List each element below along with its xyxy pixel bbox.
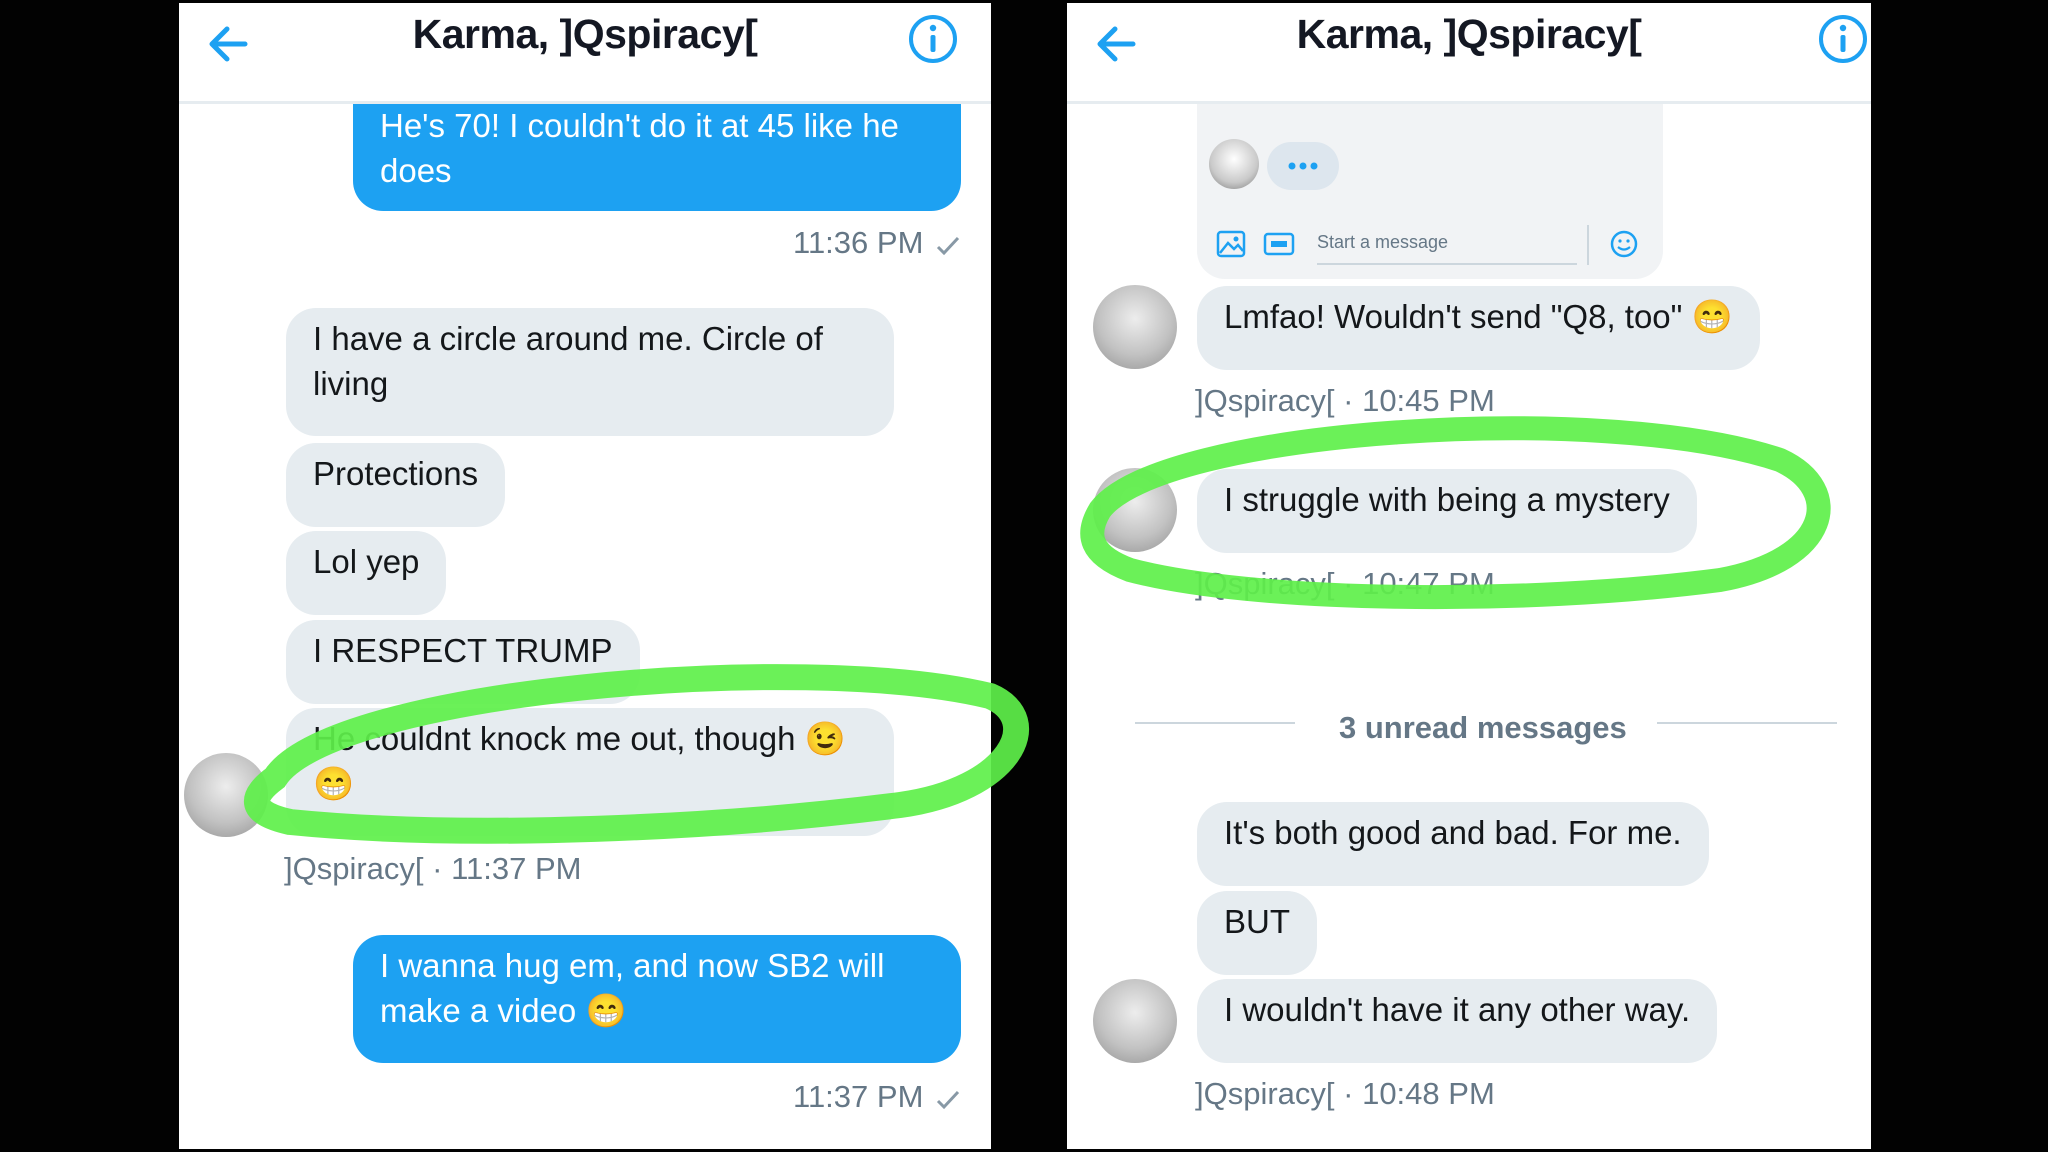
embedded-chat-preview: Start a message <box>1197 99 1663 279</box>
message-timestamp: 11:36 PM <box>793 225 924 260</box>
avatar[interactable] <box>1093 468 1177 552</box>
incoming-message[interactable]: He couldnt knock me out, though 😉😁 <box>286 708 894 836</box>
left-conversation-panel: Karma, ]Qspiracy[ He's 70! I couldn't do… <box>179 3 991 1149</box>
right-conversation-panel: Karma, ]Qspiracy[ Start a message Lmfao!… <box>1067 3 1871 1149</box>
message-meta: ]Qspiracy[ · 10:47 PM <box>1195 566 1495 601</box>
avatar[interactable] <box>1093 979 1177 1063</box>
message-meta: ]Qspiracy[ · 10:45 PM <box>1195 383 1495 418</box>
avatar <box>1209 139 1259 189</box>
emoji-icon[interactable] <box>1608 229 1640 259</box>
unread-messages-label: 3 unread messages <box>1339 710 1627 745</box>
outgoing-message[interactable]: I wanna hug em, and now SB2 will make a … <box>353 935 961 1063</box>
info-icon[interactable] <box>1817 13 1869 65</box>
gif-icon[interactable] <box>1263 229 1295 259</box>
incoming-message[interactable]: I struggle with being a mystery <box>1197 469 1697 553</box>
composer-divider <box>1587 225 1589 265</box>
read-check-icon <box>936 1090 960 1110</box>
message-timestamp: 11:37 PM <box>793 1079 924 1114</box>
conversation-title: Karma, ]Qspiracy[ <box>1296 11 1642 57</box>
incoming-message[interactable]: Lmfao! Wouldn't send "Q8, too" 😁 <box>1197 286 1760 370</box>
incoming-message[interactable]: It's both good and bad. For me. <box>1197 802 1709 886</box>
incoming-message[interactable]: I have a circle around me. Circle of liv… <box>286 308 894 436</box>
incoming-message[interactable]: Lol yep <box>286 531 447 615</box>
image-icon[interactable] <box>1215 229 1247 259</box>
incoming-message[interactable]: Protections <box>286 443 506 527</box>
avatar[interactable] <box>184 753 268 837</box>
message-meta: ]Qspiracy[ · 11:37 PM <box>284 851 582 886</box>
conversation-title: Karma, ]Qspiracy[ <box>412 11 758 57</box>
conversation-header: Karma, ]Qspiracy[ <box>179 3 991 104</box>
read-check-icon <box>936 236 960 256</box>
incoming-message[interactable]: I RESPECT TRUMP <box>286 620 640 704</box>
info-icon[interactable] <box>907 13 959 65</box>
conversation-header: Karma, ]Qspiracy[ <box>1067 3 1871 104</box>
message-input[interactable]: Start a message <box>1317 227 1577 265</box>
typing-indicator <box>1267 142 1339 190</box>
incoming-message[interactable]: BUT <box>1197 891 1317 975</box>
message-meta: ]Qspiracy[ · 10:48 PM <box>1195 1076 1495 1111</box>
incoming-message[interactable]: I wouldn't have it any other way. <box>1197 979 1718 1063</box>
avatar[interactable] <box>1093 285 1177 369</box>
outgoing-message[interactable]: He's 70! I couldn't do it at 45 like he … <box>353 93 961 211</box>
unread-divider <box>1657 722 1837 724</box>
typing-dots-icon <box>1288 162 1318 170</box>
unread-divider <box>1135 722 1295 724</box>
